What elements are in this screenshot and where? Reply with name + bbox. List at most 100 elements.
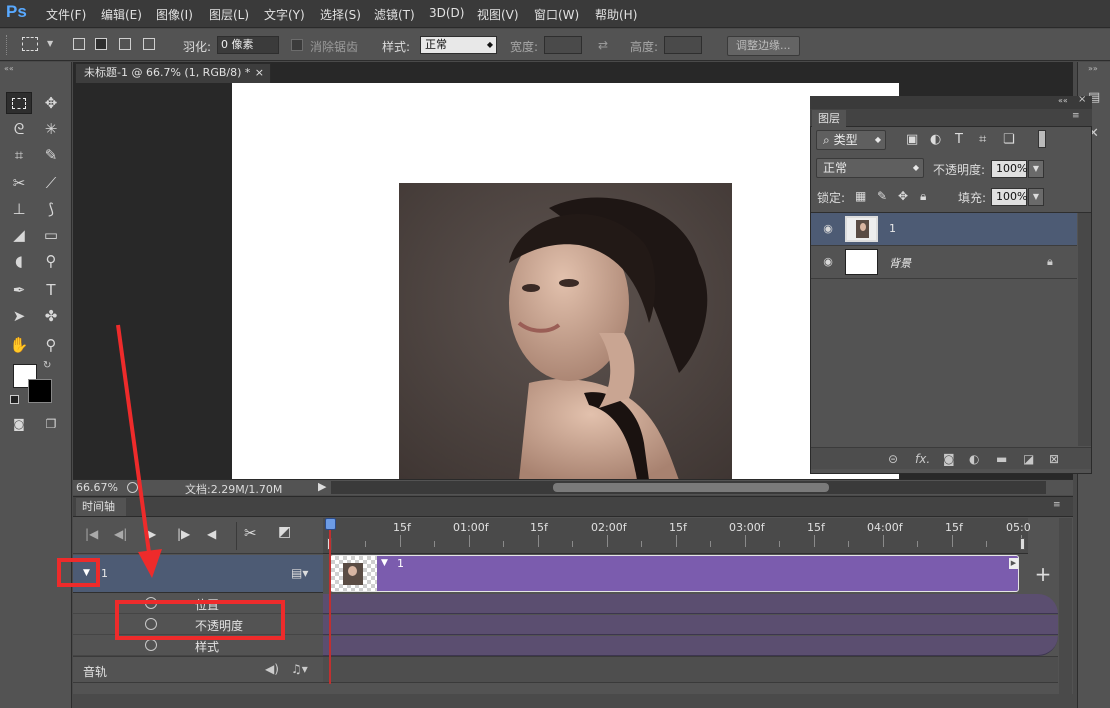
layer-name[interactable]: 1: [889, 222, 896, 235]
menu-window[interactable]: 窗口(W): [534, 6, 579, 23]
subtract-selection-icon[interactable]: [119, 38, 131, 50]
rect-marquee-tool-icon[interactable]: [6, 92, 32, 114]
dodge-tool-icon[interactable]: ⚲: [38, 250, 64, 272]
pixel-filter-icon[interactable]: ▣: [906, 132, 918, 147]
smart-object-filter-icon[interactable]: ❏: [1003, 132, 1015, 147]
new-selection-icon[interactable]: [73, 38, 85, 50]
swap-colors-icon[interactable]: ↻: [43, 360, 51, 371]
add-selection-icon[interactable]: [95, 38, 107, 50]
type-tool-icon[interactable]: T: [38, 279, 64, 301]
status-menu-icon[interactable]: [127, 482, 138, 493]
add-media-button[interactable]: +: [1030, 555, 1056, 593]
rect-marquee-preset-icon[interactable]: [22, 37, 38, 51]
antialias-checkbox[interactable]: [291, 39, 303, 51]
filter-toggle-switch[interactable]: [1038, 130, 1046, 148]
menu-view[interactable]: 视图(V): [477, 6, 519, 23]
clone-stamp-tool-icon[interactable]: ⊥: [6, 198, 32, 220]
layer-name[interactable]: 背景: [889, 255, 911, 271]
layer-row-1[interactable]: ◉ 1: [811, 213, 1077, 246]
menu-file[interactable]: 文件(F): [46, 6, 86, 23]
music-note-icon[interactable]: ♫▾: [291, 662, 308, 676]
healing-brush-tool-icon[interactable]: ✂: [6, 172, 32, 194]
quick-mask-icon[interactable]: ◙: [6, 413, 32, 435]
opacity-input[interactable]: 100%: [991, 160, 1027, 178]
mask-icon[interactable]: ◙: [943, 452, 955, 466]
eyedropper-tool-icon[interactable]: ✎: [38, 144, 64, 166]
document-tab[interactable]: 未标题-1 @ 66.7% (1, RGB/8) * ×: [75, 63, 271, 83]
layers-scrollbar[interactable]: [1078, 213, 1091, 446]
zoom-level[interactable]: 66.67%: [76, 481, 118, 494]
menu-help[interactable]: 帮助(H): [595, 6, 637, 23]
timeline-vertical-scrollbar[interactable]: [1059, 518, 1072, 706]
default-colors-icon[interactable]: [10, 395, 19, 404]
path-select-tool-icon[interactable]: ➤: [6, 305, 32, 327]
expand-arrows-icon[interactable]: »»: [1088, 64, 1098, 73]
playhead-handle[interactable]: [325, 518, 336, 530]
menu-image[interactable]: 图像(I): [156, 6, 193, 23]
custom-shape-tool-icon[interactable]: ✤: [38, 305, 64, 327]
intersect-selection-icon[interactable]: [143, 38, 155, 50]
film-strip-icon[interactable]: ▤▾: [291, 566, 308, 580]
first-frame-icon[interactable]: |◀: [85, 527, 98, 541]
layer-filter-select[interactable]: ⌕ 类型 ◆: [816, 130, 886, 150]
clip-end-arrow-icon[interactable]: ▶: [1009, 558, 1018, 569]
opacity-dropdown-icon[interactable]: ▼: [1028, 160, 1044, 178]
play-icon[interactable]: ▶: [147, 527, 156, 541]
lock-transparency-icon[interactable]: ▦: [855, 189, 866, 203]
move-tool-icon[interactable]: ✥: [38, 92, 64, 114]
panel-menu-icon[interactable]: ≡: [1072, 111, 1080, 121]
property-track[interactable]: [323, 615, 1058, 635]
clip-menu-triangle-icon[interactable]: ▼: [381, 558, 388, 568]
audio-track[interactable]: [323, 656, 1058, 683]
hand-tool-icon[interactable]: ✋: [6, 334, 32, 356]
pen-tool-icon[interactable]: ✒: [6, 279, 32, 301]
zoom-tool-icon[interactable]: ⚲: [38, 334, 64, 356]
work-area-end-handle[interactable]: [1020, 538, 1025, 550]
transition-icon[interactable]: ◩: [278, 524, 291, 540]
adjustment-icon[interactable]: ◐: [969, 452, 979, 466]
blend-mode-select[interactable]: 正常 ◆: [816, 158, 924, 178]
tab-layers[interactable]: 图层: [812, 110, 846, 127]
chevron-down-icon[interactable]: ▼: [47, 39, 53, 48]
timeline-menu-icon[interactable]: ≡: [1053, 500, 1061, 510]
fill-dropdown-icon[interactable]: ▼: [1028, 188, 1044, 206]
menu-3d[interactable]: 3D(D): [429, 6, 464, 20]
blur-tool-icon[interactable]: ◖: [6, 250, 32, 272]
menu-layer[interactable]: 图层(L): [209, 6, 249, 23]
width-input[interactable]: [544, 36, 582, 54]
audio-toggle-icon[interactable]: ◀: [207, 527, 216, 541]
layer-row-background[interactable]: ◉ 背景 🔒︎: [811, 246, 1077, 279]
type-filter-icon[interactable]: T: [955, 132, 963, 147]
crop-tool-icon[interactable]: ⌗: [6, 144, 32, 166]
new-layer-icon[interactable]: ◪: [1023, 452, 1034, 466]
history-brush-tool-icon[interactable]: ⟆: [38, 198, 64, 220]
refine-edge-button[interactable]: 调整边缘...: [727, 36, 800, 56]
lock-all-icon[interactable]: 🔒︎: [920, 189, 926, 204]
swap-arrows-icon[interactable]: ⇄: [598, 38, 608, 52]
lock-icon[interactable]: 🔒︎: [1047, 255, 1053, 269]
menu-type[interactable]: 文字(Y): [264, 6, 305, 23]
next-frame-icon[interactable]: |▶: [177, 527, 190, 541]
menu-filter[interactable]: 滤镜(T): [374, 6, 415, 23]
lock-pixels-icon[interactable]: ✎: [877, 189, 887, 203]
scrollbar-thumb[interactable]: [553, 483, 829, 492]
background-color-swatch[interactable]: [28, 379, 52, 403]
property-track[interactable]: [323, 594, 1058, 614]
prev-frame-icon[interactable]: ◀|: [114, 527, 127, 541]
time-ruler[interactable]: 15f 01:00f 15f 02:00f 15f 03:00f 15f 04:…: [323, 518, 1031, 554]
scissors-icon[interactable]: ✂: [244, 524, 257, 542]
close-panel-icon[interactable]: ×: [1078, 94, 1086, 105]
menu-select[interactable]: 选择(S): [320, 6, 361, 23]
eye-icon[interactable]: ◉: [821, 222, 835, 236]
stopwatch-icon[interactable]: [145, 639, 157, 651]
eraser-tool-icon[interactable]: ◢: [6, 224, 32, 246]
menu-edit[interactable]: 编辑(E): [101, 6, 142, 23]
lock-position-icon[interactable]: ✥: [898, 189, 908, 203]
fx-icon[interactable]: fx.: [915, 452, 930, 466]
style-select[interactable]: 正常 ◆: [420, 36, 497, 54]
collapse-panel-icon[interactable]: ««: [1058, 96, 1068, 105]
gradient-tool-icon[interactable]: ▭: [38, 224, 64, 246]
property-track[interactable]: [323, 636, 1058, 656]
fill-input[interactable]: 100%: [991, 188, 1027, 206]
adjustment-filter-icon[interactable]: ◐: [930, 132, 941, 147]
